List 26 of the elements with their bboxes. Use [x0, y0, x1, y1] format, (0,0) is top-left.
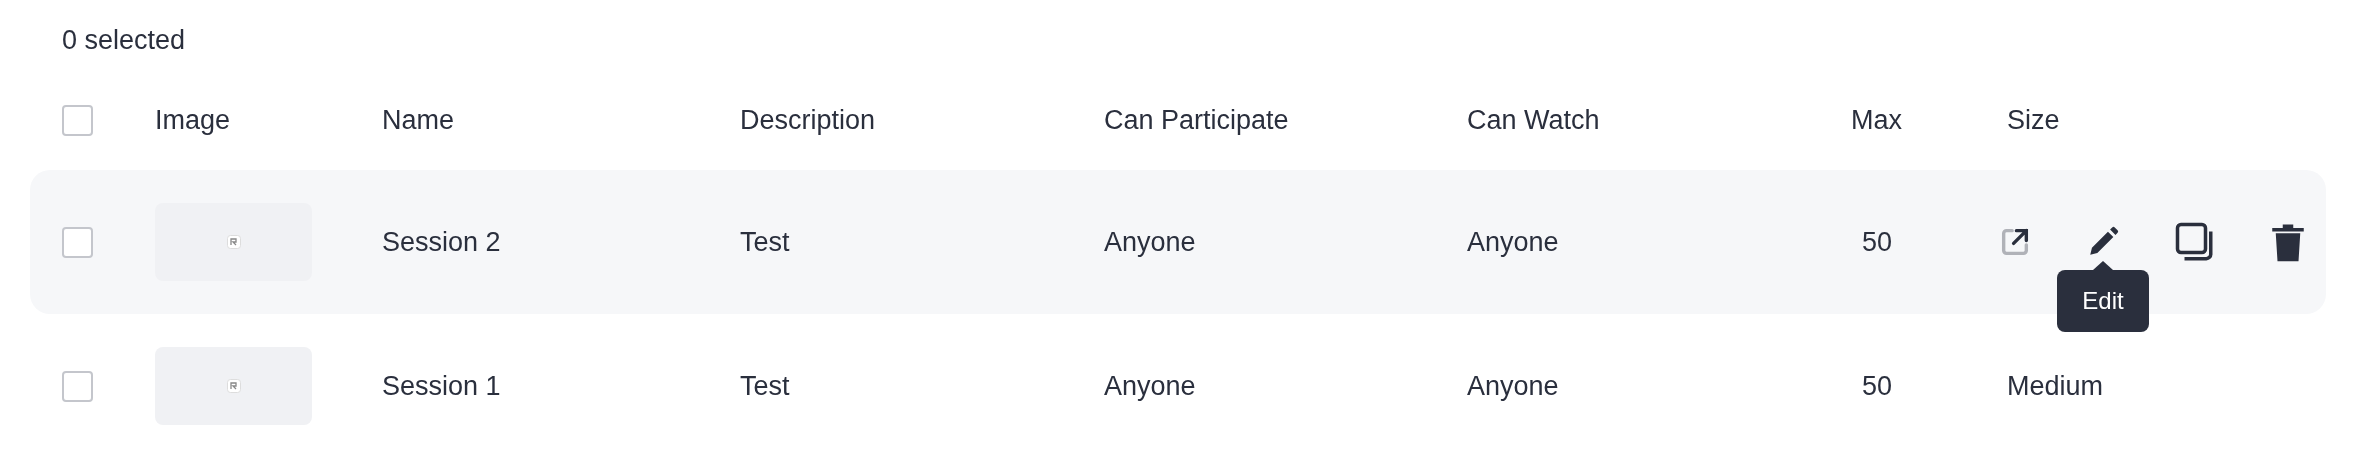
- column-header: Can Participate: [1104, 105, 1289, 135]
- description-cell: Test: [740, 371, 790, 401]
- size-cell: Medium: [2007, 371, 2104, 401]
- logo-icon: [226, 379, 241, 393]
- watch-cell: Anyone: [1467, 371, 1559, 401]
- name-cell: Session 2: [382, 227, 501, 257]
- column-header: Can Watch: [1467, 105, 1600, 135]
- participate-cell: Anyone: [1104, 371, 1196, 401]
- max-cell-text: 50: [1861, 226, 1893, 259]
- column-header: Image: [155, 105, 231, 135]
- copy-icon[interactable]: [2174, 221, 2216, 263]
- logo-icon: [226, 235, 241, 249]
- max-cell-text: 50: [1861, 370, 1893, 403]
- checkbox[interactable]: [62, 226, 93, 258]
- selection-count: 0 selected: [62, 25, 186, 55]
- checkbox[interactable]: [62, 104, 93, 136]
- column-header: Name: [382, 105, 455, 135]
- column-header: Description: [740, 105, 876, 135]
- tooltip: Edit: [2057, 261, 2149, 332]
- name-cell: Session 1: [382, 371, 501, 401]
- column-header: Max: [1851, 104, 1902, 137]
- watch-cell: Anyone: [1467, 227, 1559, 257]
- checkbox[interactable]: [62, 370, 93, 402]
- description-cell: Test: [740, 227, 790, 257]
- column-header: Size: [2007, 105, 2060, 135]
- participate-cell: Anyone: [1104, 227, 1196, 257]
